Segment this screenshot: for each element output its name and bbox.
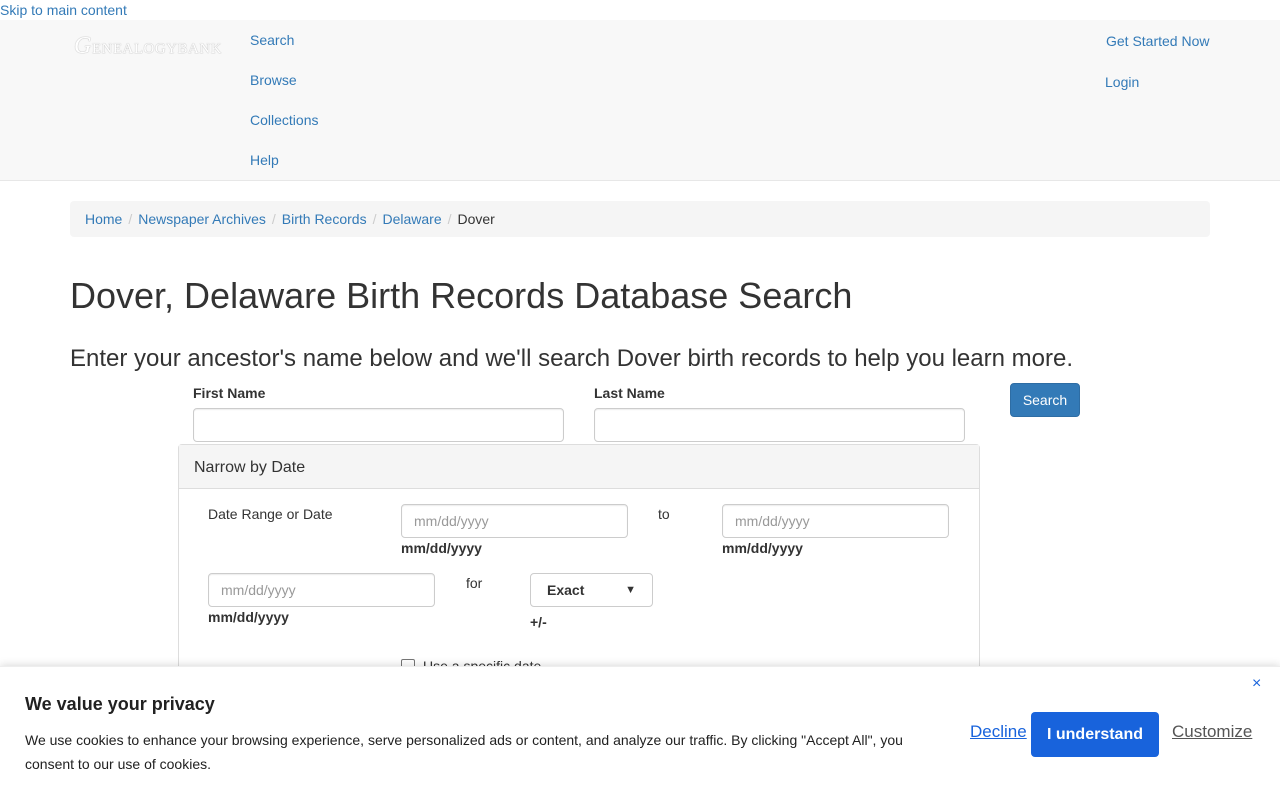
- breadcrumb-birth-records[interactable]: Birth Records: [282, 211, 367, 227]
- cookie-banner-text: We use cookies to enhance your browsing …: [25, 732, 903, 772]
- last-name-input[interactable]: [594, 408, 965, 442]
- page-title: Dover, Delaware Birth Records Database S…: [70, 275, 853, 316]
- date-to-input[interactable]: [722, 504, 949, 538]
- close-icon[interactable]: ×: [1252, 675, 1261, 693]
- skip-to-main-link[interactable]: Skip to main content: [0, 2, 127, 18]
- single-date-input[interactable]: [208, 573, 435, 607]
- chevron-down-icon: ▼: [625, 584, 636, 596]
- breadcrumb-newspaper-archives[interactable]: Newspaper Archives: [138, 211, 266, 227]
- last-name-label: Last Name: [594, 385, 665, 401]
- nav-browse[interactable]: Browse: [250, 72, 297, 88]
- plus-minus-label: +/-: [530, 614, 547, 630]
- date-range-select[interactable]: Exact ▼: [530, 573, 653, 607]
- nav-search[interactable]: Search: [250, 32, 294, 48]
- breadcrumb: Home / Newspaper Archives / Birth Records /…: [70, 201, 1210, 237]
- customize-button[interactable]: Customize: [1172, 722, 1252, 742]
- breadcrumb-current: Dover: [457, 211, 495, 227]
- page-subtitle: Enter your ancestor's name below and we'…: [70, 345, 1073, 372]
- breadcrumb-home[interactable]: Home: [85, 211, 122, 227]
- top-navbar: GENEALOGYBANK Search Browse Collections …: [0, 20, 1280, 181]
- first-name-input[interactable]: [193, 408, 564, 442]
- search-button[interactable]: Search: [1010, 383, 1080, 417]
- date-to-hint: mm/dd/yyyy: [722, 540, 803, 556]
- breadcrumb-separator: /: [271, 211, 276, 227]
- accept-cookies-button[interactable]: I understand: [1031, 712, 1159, 757]
- decline-button[interactable]: Decline: [970, 722, 1027, 742]
- date-from-hint: mm/dd/yyyy: [401, 540, 482, 556]
- first-name-label: First Name: [193, 385, 266, 401]
- date-range-select-value: Exact: [547, 582, 585, 598]
- to-label: to: [658, 506, 670, 522]
- cookie-banner-title: We value your privacy: [25, 694, 215, 714]
- breadcrumb-separator: /: [128, 211, 133, 227]
- nav-login[interactable]: Login: [1105, 74, 1139, 90]
- date-from-input[interactable]: [401, 504, 628, 538]
- genealogybank-logo[interactable]: GENEALOGYBANK: [67, 30, 221, 62]
- breadcrumb-separator: /: [372, 211, 377, 227]
- for-label: for: [466, 575, 483, 591]
- nav-help[interactable]: Help: [250, 152, 279, 168]
- breadcrumb-separator: /: [447, 211, 452, 227]
- date-range-label: Date Range or Date: [208, 506, 333, 522]
- breadcrumb-delaware[interactable]: Delaware: [382, 211, 441, 227]
- narrow-by-date-heading: Narrow by Date: [179, 445, 979, 489]
- leaf-icon: [67, 39, 73, 53]
- nav-collections[interactable]: Collections: [250, 112, 318, 128]
- cookie-consent-banner: We value your privacy We use cookies to …: [0, 666, 1280, 801]
- nav-get-started-now[interactable]: Get Started Now: [1106, 33, 1210, 49]
- single-date-hint: mm/dd/yyyy: [208, 609, 289, 625]
